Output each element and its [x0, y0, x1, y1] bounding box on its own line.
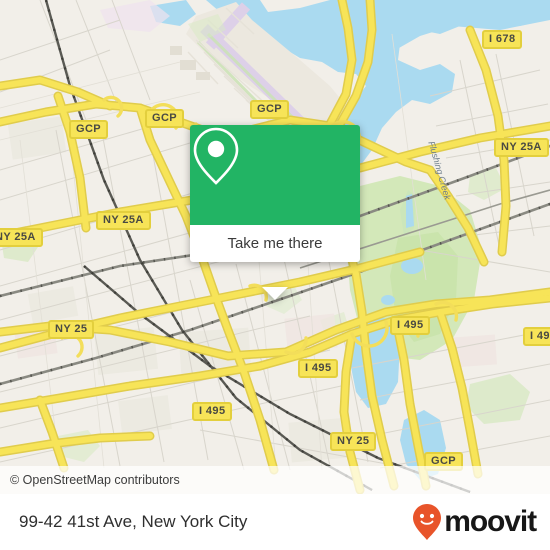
- moovit-pin-icon: [413, 504, 442, 540]
- road-shield-label: NY 25A: [0, 228, 43, 247]
- moovit-logo[interactable]: moovit: [412, 503, 537, 541]
- map-canvas[interactable]: GCP GCP GCP I 678 NY 25A NY 25A NY 25A NY 25 I 4…: [0, 0, 550, 494]
- road-shield-label: I 495: [298, 359, 339, 378]
- destination-popup-card[interactable]: Take me there: [190, 125, 360, 300]
- map-attribution[interactable]: © OpenStreetMap contributors: [0, 466, 550, 494]
- take-me-there-button[interactable]: Take me there: [190, 225, 360, 262]
- footer-bar: 99-42 41st Ave, New York City moovit: [0, 494, 550, 550]
- map-screenshot: GCP GCP GCP I 678 NY 25A NY 25A NY 25A NY 25 I 4…: [0, 0, 550, 550]
- road-shield-label: NY 25A: [494, 138, 549, 157]
- road-shield-label: I 678: [482, 30, 523, 49]
- road-shield-label: NY 25: [48, 320, 95, 339]
- take-me-there-label: Take me there: [227, 235, 323, 252]
- road-shield-label: NY 25A: [96, 211, 151, 230]
- road-shield-label: I 495: [390, 316, 431, 335]
- moovit-wordmark: moovit: [444, 505, 537, 538]
- attribution-text: © OpenStreetMap contributors: [10, 473, 180, 487]
- road-shield-label: GCP: [145, 109, 185, 128]
- road-shield-label: I 495: [192, 402, 233, 421]
- location-pin-icon: [193, 127, 239, 185]
- popup-card-header: [190, 125, 360, 225]
- road-shield-label: GCP: [250, 100, 290, 119]
- road-shield-label: NY 25: [330, 432, 377, 451]
- road-shield-label: GCP: [69, 120, 109, 139]
- popup-card-tail: [262, 287, 288, 300]
- road-shield-label: I 495: [523, 327, 550, 346]
- address-label: 99-42 41st Ave, New York City: [19, 512, 248, 531]
